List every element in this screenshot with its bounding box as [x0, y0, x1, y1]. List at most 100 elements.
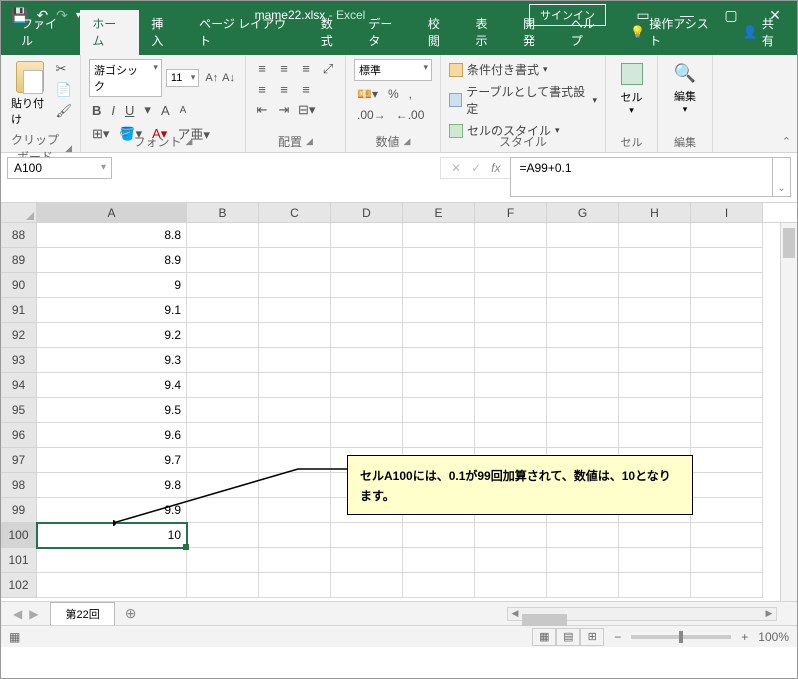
cell[interactable] — [187, 298, 259, 323]
tab-view[interactable]: 表示 — [463, 10, 511, 55]
cell[interactable] — [259, 298, 331, 323]
formula-input[interactable]: =A99+0.1 — [510, 157, 773, 197]
cell[interactable] — [259, 448, 331, 473]
cell[interactable] — [37, 573, 187, 598]
cell[interactable] — [475, 423, 547, 448]
cell[interactable] — [259, 248, 331, 273]
tab-layout[interactable]: ページ レイアウト — [187, 10, 309, 55]
record-macro-icon[interactable]: ▦ — [9, 630, 20, 644]
font-large-icon[interactable]: A — [158, 102, 173, 119]
cell[interactable]: 9.1 — [37, 298, 187, 323]
format-painter-icon[interactable]: 🖌 — [55, 103, 72, 119]
name-box[interactable]: A100 — [7, 157, 112, 179]
cell[interactable] — [331, 423, 403, 448]
cell[interactable] — [691, 448, 763, 473]
italic-button[interactable]: I — [108, 102, 118, 119]
cell[interactable] — [187, 273, 259, 298]
normal-view-icon[interactable]: ▦ — [532, 628, 556, 646]
cell[interactable] — [403, 523, 475, 548]
cell[interactable] — [691, 248, 763, 273]
col-header[interactable]: E — [403, 203, 475, 222]
increase-indent-icon[interactable]: ⇥ — [276, 102, 292, 118]
collapse-ribbon-icon[interactable]: ⌃ — [782, 135, 791, 148]
cell[interactable] — [403, 373, 475, 398]
cell[interactable] — [619, 398, 691, 423]
cell[interactable] — [331, 573, 403, 598]
cell[interactable] — [475, 223, 547, 248]
cell[interactable] — [331, 348, 403, 373]
cell[interactable] — [619, 373, 691, 398]
tab-nav-prev-icon[interactable]: ◀ — [13, 607, 22, 621]
cell[interactable]: 8.8 — [37, 223, 187, 248]
bold-button[interactable]: B — [89, 102, 104, 119]
cell[interactable] — [187, 223, 259, 248]
cell[interactable] — [691, 498, 763, 523]
cell[interactable]: 9.6 — [37, 423, 187, 448]
cell[interactable] — [187, 323, 259, 348]
cell[interactable] — [403, 223, 475, 248]
cells-button[interactable]: セル ▾ — [614, 59, 649, 131]
row-header[interactable]: 92 — [1, 323, 37, 348]
col-header[interactable]: H — [619, 203, 691, 222]
cell[interactable] — [691, 223, 763, 248]
cell[interactable] — [475, 573, 547, 598]
cell[interactable] — [475, 273, 547, 298]
cell[interactable] — [619, 523, 691, 548]
page-break-view-icon[interactable]: ⊞ — [580, 628, 604, 646]
cell[interactable] — [691, 423, 763, 448]
cell[interactable] — [547, 398, 619, 423]
cell[interactable] — [403, 298, 475, 323]
cell[interactable] — [691, 373, 763, 398]
enter-formula-icon[interactable]: ✓ — [471, 161, 481, 175]
row-header[interactable]: 90 — [1, 273, 37, 298]
tab-review[interactable]: 校閲 — [416, 10, 464, 55]
cell[interactable] — [187, 373, 259, 398]
cell[interactable] — [403, 548, 475, 573]
cell[interactable] — [619, 323, 691, 348]
cell[interactable] — [37, 548, 187, 573]
cell[interactable] — [619, 348, 691, 373]
cell[interactable] — [403, 323, 475, 348]
select-all-corner[interactable] — [1, 203, 37, 222]
col-header[interactable]: B — [187, 203, 259, 222]
cell[interactable] — [619, 548, 691, 573]
cell[interactable]: 9.2 — [37, 323, 187, 348]
cell[interactable] — [187, 398, 259, 423]
comma-icon[interactable]: , — [406, 86, 415, 102]
number-format-combo[interactable]: 標準 — [354, 59, 432, 81]
cell[interactable] — [403, 398, 475, 423]
cut-icon[interactable]: ✂ — [55, 61, 72, 77]
cell[interactable] — [691, 548, 763, 573]
cell[interactable] — [475, 523, 547, 548]
cell[interactable] — [475, 398, 547, 423]
underline-button[interactable]: U — [122, 102, 137, 119]
cell[interactable]: 9.3 — [37, 348, 187, 373]
cell[interactable] — [691, 323, 763, 348]
dialog-launcher-icon[interactable]: ◢ — [65, 143, 72, 154]
cell[interactable] — [619, 248, 691, 273]
cell[interactable] — [691, 273, 763, 298]
cell[interactable] — [619, 423, 691, 448]
col-header[interactable]: G — [547, 203, 619, 222]
cell[interactable] — [691, 573, 763, 598]
cell[interactable] — [187, 423, 259, 448]
tab-formulas[interactable]: 数式 — [309, 10, 357, 55]
cell[interactable] — [547, 423, 619, 448]
tab-data[interactable]: データ — [356, 10, 415, 55]
cell[interactable] — [619, 273, 691, 298]
cell[interactable] — [691, 298, 763, 323]
cell[interactable] — [259, 273, 331, 298]
dialog-launcher-icon[interactable]: ◢ — [186, 136, 193, 147]
cell[interactable] — [403, 573, 475, 598]
cell[interactable]: 9.5 — [37, 398, 187, 423]
tab-help[interactable]: ヘルプ — [559, 10, 618, 55]
font-small-icon[interactable]: A — [177, 104, 190, 117]
cell[interactable] — [331, 548, 403, 573]
tab-file[interactable]: ファイル — [9, 10, 80, 55]
row-header[interactable]: 97 — [1, 448, 37, 473]
tell-me-button[interactable]: 💡操作アシスト — [618, 10, 731, 55]
cell[interactable] — [547, 348, 619, 373]
cell[interactable] — [547, 223, 619, 248]
cell[interactable] — [331, 398, 403, 423]
insert-function-icon[interactable]: fx — [491, 161, 500, 175]
